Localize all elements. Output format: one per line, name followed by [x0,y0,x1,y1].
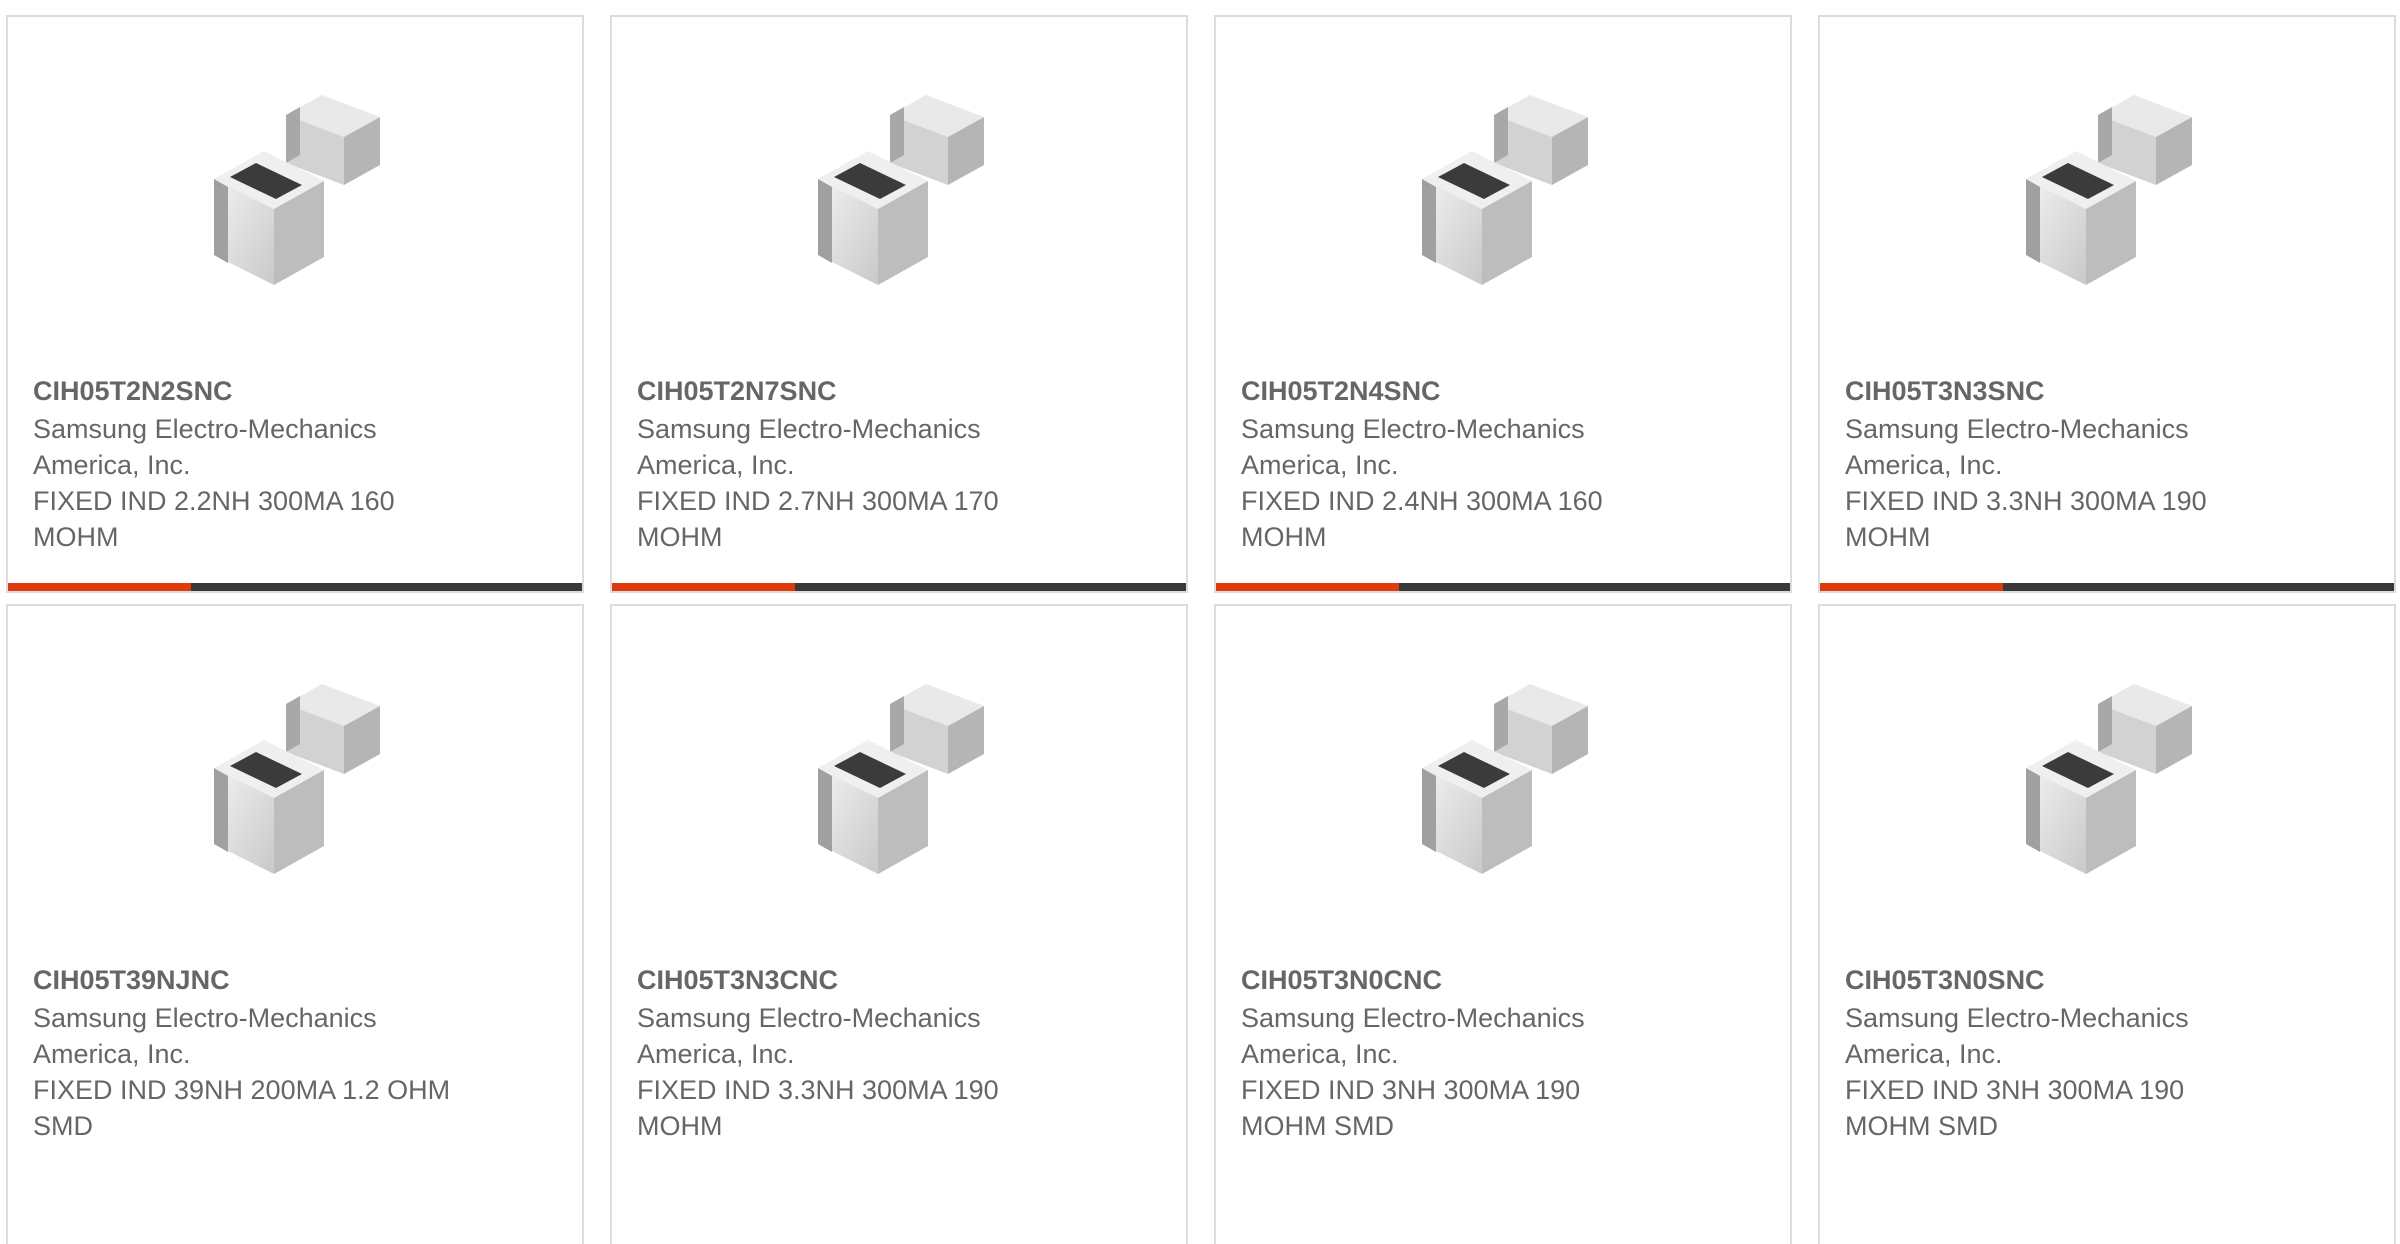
inductor-chip-icon [2026,684,2192,874]
part-number-link[interactable]: CIH05T3N3CNC [637,962,1067,998]
manufacturer-name: Samsung Electro-Mechanics America, Inc. [1241,1003,1585,1069]
inductor-chip-icon [2026,95,2192,285]
manufacturer-name: Samsung Electro-Mechanics America, Inc. [33,414,377,480]
manufacturer-name: Samsung Electro-Mechanics America, Inc. [637,1003,981,1069]
inductor-chip-icon [214,95,380,285]
manufacturer-name: Samsung Electro-Mechanics America, Inc. [1241,414,1585,480]
manufacturer-name: Samsung Electro-Mechanics America, Inc. [1845,414,2189,480]
manufacturer-name: Samsung Electro-Mechanics America, Inc. [33,1003,377,1069]
part-number-link[interactable]: CIH05T2N2SNC [33,373,463,409]
product-info: CIH05T3N0CNC Samsung Electro-Mechanics A… [1241,962,1671,1144]
inductor-chip-icon [214,684,380,874]
inductor-chip-icon [1422,684,1588,874]
product-description: FIXED IND 3.3NH 300MA 190 MOHM [1845,486,2207,552]
product-info: CIH05T3N3CNC Samsung Electro-Mechanics A… [637,962,1067,1144]
product-card[interactable]: CIH05T2N4SNC Samsung Electro-Mechanics A… [1214,15,1792,593]
manufacturer-name: Samsung Electro-Mechanics America, Inc. [637,414,981,480]
part-number-link[interactable]: CIH05T39NJNC [33,962,463,998]
product-description: FIXED IND 2.7NH 300MA 170 MOHM [637,486,999,552]
product-description: FIXED IND 3.3NH 300MA 190 MOHM [637,1075,999,1141]
product-info: CIH05T2N4SNC Samsung Electro-Mechanics A… [1241,373,1671,555]
product-description: FIXED IND 2.4NH 300MA 160 MOHM [1241,486,1603,552]
part-number-link[interactable]: CIH05T2N4SNC [1241,373,1671,409]
part-number-link[interactable]: CIH05T3N0SNC [1845,962,2275,998]
part-number-link[interactable]: CIH05T3N3SNC [1845,373,2275,409]
product-description: FIXED IND 3NH 300MA 190 MOHM SMD [1241,1075,1581,1141]
product-description: FIXED IND 3NH 300MA 190 MOHM SMD [1845,1075,2185,1141]
product-info: CIH05T2N2SNC Samsung Electro-Mechanics A… [33,373,463,555]
product-info: CIH05T3N0SNC Samsung Electro-Mechanics A… [1845,962,2275,1144]
card-accent-bar [1820,583,2003,591]
card-accent-bar [8,583,191,591]
product-grid: CIH05T2N2SNC Samsung Electro-Mechanics A… [0,0,2400,1244]
card-accent-bar [612,583,795,591]
card-accent-bar [1216,583,1399,591]
card-bottom-bar [612,583,1186,591]
part-number-link[interactable]: CIH05T2N7SNC [637,373,1067,409]
inductor-chip-icon [818,95,984,285]
product-card[interactable]: CIH05T3N3CNC Samsung Electro-Mechanics A… [610,604,1188,1244]
product-card[interactable]: CIH05T2N7SNC Samsung Electro-Mechanics A… [610,15,1188,593]
part-number-link[interactable]: CIH05T3N0CNC [1241,962,1671,998]
inductor-chip-icon [1422,95,1588,285]
product-info: CIH05T3N3SNC Samsung Electro-Mechanics A… [1845,373,2275,555]
product-card[interactable]: CIH05T39NJNC Samsung Electro-Mechanics A… [6,604,584,1244]
card-bottom-bar [1216,583,1790,591]
product-info: CIH05T39NJNC Samsung Electro-Mechanics A… [33,962,463,1144]
product-card[interactable]: CIH05T3N0CNC Samsung Electro-Mechanics A… [1214,604,1792,1244]
product-description: FIXED IND 39NH 200MA 1.2 OHM SMD [33,1075,451,1141]
manufacturer-name: Samsung Electro-Mechanics America, Inc. [1845,1003,2189,1069]
product-card[interactable]: CIH05T3N3SNC Samsung Electro-Mechanics A… [1818,15,2396,593]
product-description: FIXED IND 2.2NH 300MA 160 MOHM [33,486,395,552]
card-bottom-bar [1820,583,2394,591]
product-card[interactable]: CIH05T2N2SNC Samsung Electro-Mechanics A… [6,15,584,593]
inductor-chip-icon [818,684,984,874]
product-card[interactable]: CIH05T3N0SNC Samsung Electro-Mechanics A… [1818,604,2396,1244]
card-bottom-bar [8,583,582,591]
product-info: CIH05T2N7SNC Samsung Electro-Mechanics A… [637,373,1067,555]
